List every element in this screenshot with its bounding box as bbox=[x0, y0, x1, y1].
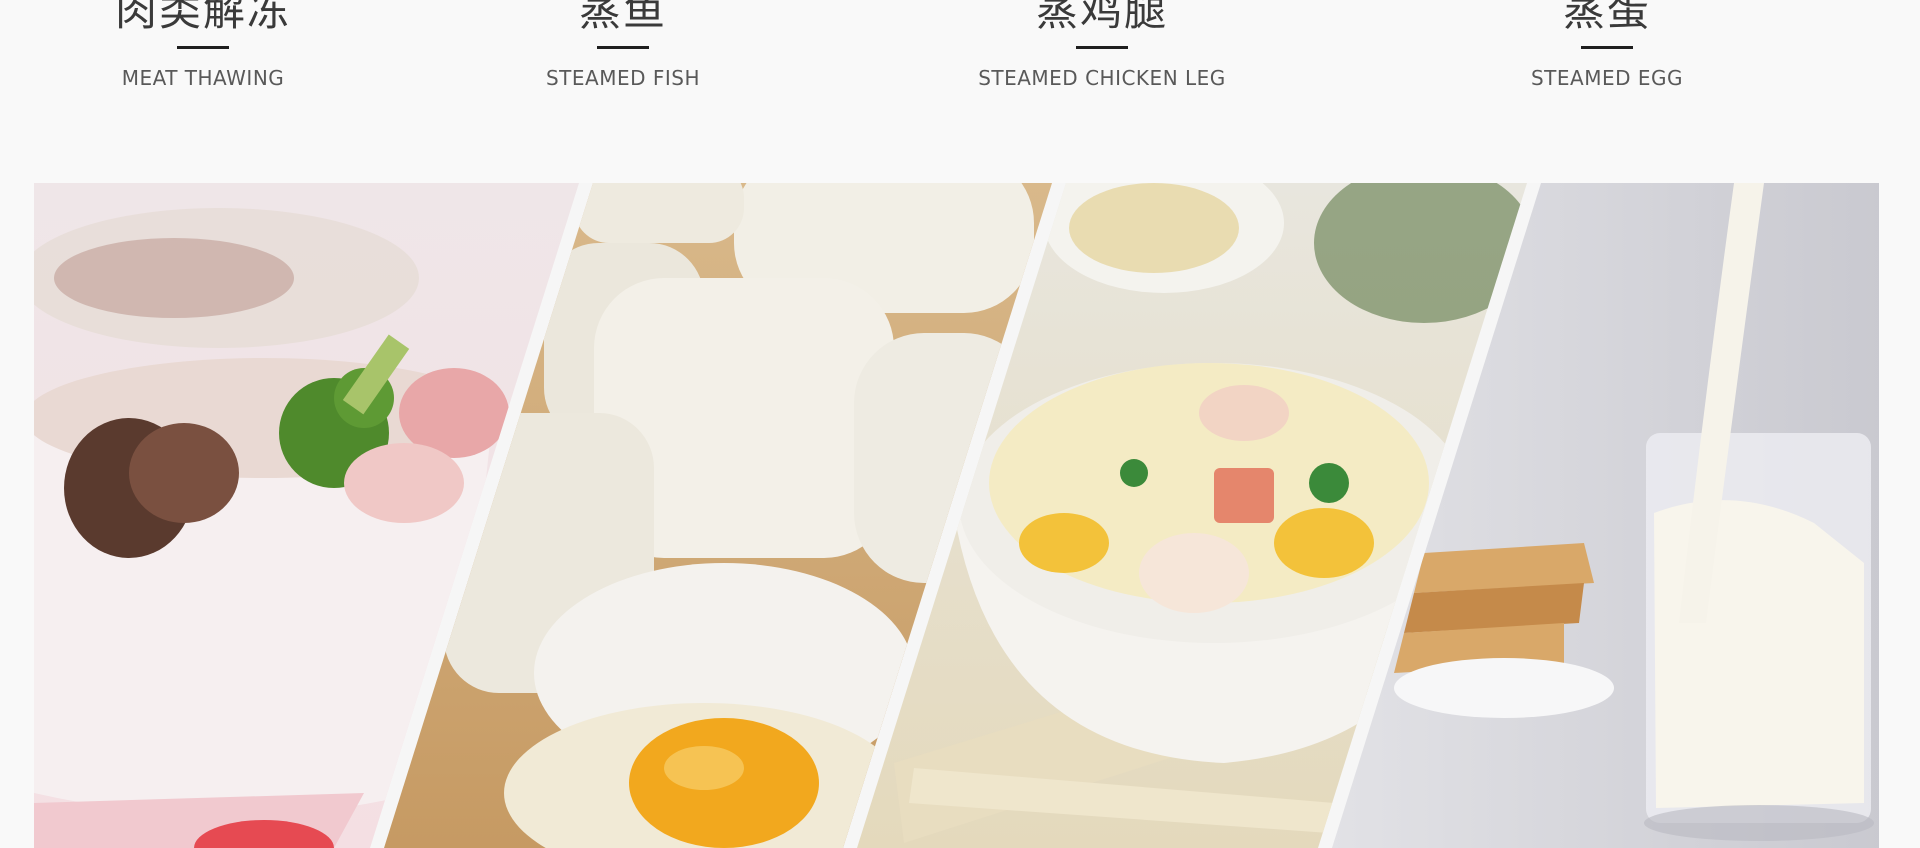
label-en: MEAT THAWING bbox=[121, 66, 285, 90]
label-steamed-egg: 蒸蛋 STEAMED EGG bbox=[1397, 0, 1817, 90]
function-labels: 肉类解冻 MEAT THAWING 蒸鱼 STEAMED FISH 蒸鸡腿 ST… bbox=[0, 0, 1920, 140]
label-underline bbox=[1581, 46, 1633, 49]
label-zh: 蒸鸡腿 bbox=[1035, 0, 1168, 35]
label-meat-thawing: 肉类解冻 MEAT THAWING bbox=[0, 0, 413, 90]
label-steamed-chicken-leg: 蒸鸡腿 STEAMED CHICKEN LEG bbox=[892, 0, 1312, 90]
food-photo-collage bbox=[34, 183, 1879, 848]
label-en: STEAMED CHICKEN LEG bbox=[978, 66, 1226, 90]
label-steamed-fish: 蒸鱼 STEAMED FISH bbox=[413, 0, 833, 90]
label-zh: 肉类解冻 bbox=[114, 0, 291, 35]
label-zh: 蒸蛋 bbox=[1562, 0, 1651, 35]
label-underline bbox=[177, 46, 229, 49]
label-en: STEAMED FISH bbox=[545, 66, 701, 90]
label-underline bbox=[1076, 46, 1128, 49]
label-en: STEAMED EGG bbox=[1530, 66, 1683, 90]
food-photo-strip bbox=[34, 183, 1879, 848]
label-zh: 蒸鱼 bbox=[578, 0, 667, 35]
label-underline bbox=[597, 46, 649, 49]
